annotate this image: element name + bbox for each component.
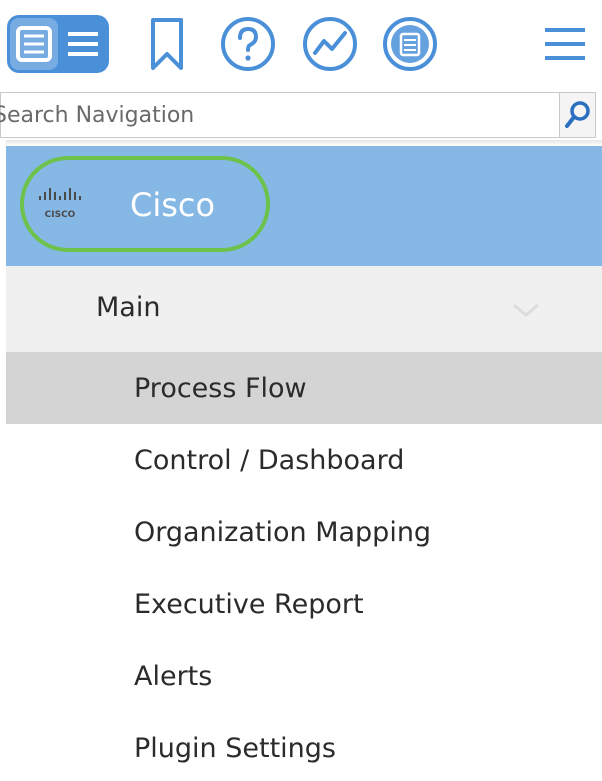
help-button[interactable] (218, 14, 278, 74)
hamburger-icon (545, 28, 585, 60)
section-main[interactable]: Main (6, 266, 602, 352)
organization-name: Cisco (130, 186, 216, 224)
list-view-button[interactable] (6, 14, 110, 74)
menu-item-control-dashboard[interactable]: Control / Dashboard (6, 424, 602, 496)
activity-button[interactable] (300, 14, 360, 74)
organization-header[interactable]: CISCO Cisco (6, 146, 602, 266)
menu-item-label: Control / Dashboard (134, 444, 405, 476)
menu-item-executive-report[interactable]: Executive Report (6, 568, 602, 640)
chevron-down-icon (513, 303, 539, 317)
section-label: Main (96, 292, 161, 323)
menu-item-process-flow[interactable]: Process Flow (6, 352, 602, 424)
menu-item-label: Plugin Settings (134, 732, 336, 764)
cisco-logo-text: CISCO (45, 210, 76, 220)
list-icon (7, 15, 109, 73)
notes-button[interactable] (380, 14, 440, 74)
chart-trend-icon (303, 17, 357, 71)
nav-toolbar (0, 0, 602, 88)
search-input[interactable] (0, 93, 559, 137)
menu-item-label: Process Flow (134, 372, 307, 404)
navigation-menu: Process Flow Control / Dashboard Organiz… (6, 352, 602, 781)
cisco-logo: CISCO (39, 188, 81, 220)
search-bar (0, 92, 596, 138)
menu-item-label: Organization Mapping (134, 516, 432, 548)
notes-icon (383, 17, 437, 71)
search-button[interactable] (559, 93, 595, 137)
menu-button[interactable] (540, 14, 590, 74)
menu-item-organization-mapping[interactable]: Organization Mapping (6, 496, 602, 568)
bookmark-button[interactable] (144, 14, 190, 74)
menu-item-alerts[interactable]: Alerts (6, 640, 602, 712)
menu-item-label: Alerts (134, 660, 213, 692)
menu-item-label: Executive Report (134, 588, 364, 620)
bookmark-icon (151, 18, 183, 70)
menu-item-plugin-settings[interactable]: Plugin Settings (6, 712, 602, 781)
help-icon (221, 17, 275, 71)
search-icon (564, 101, 590, 128)
